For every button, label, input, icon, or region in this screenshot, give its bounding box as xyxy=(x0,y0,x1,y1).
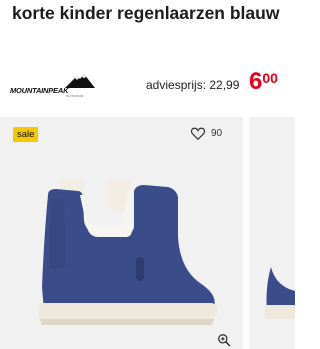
favorite-button[interactable]: 90 xyxy=(191,127,222,140)
product-image-card[interactable]: sale 90 xyxy=(0,117,243,349)
rain-boot-image-partial xyxy=(265,267,295,319)
sale-price: 600 xyxy=(249,68,278,96)
brand-name: MOUNTAINPEAK xyxy=(10,86,69,95)
product-title: korte kinder regenlaarzen blauw xyxy=(12,3,280,23)
price-decimals: 00 xyxy=(262,70,278,86)
mountain-icon xyxy=(65,74,95,88)
brand-logo: MOUNTAINPEAK OUTDOOR xyxy=(10,73,100,99)
rain-boot-image xyxy=(38,179,218,325)
price-integer: 6 xyxy=(249,68,263,95)
favorite-count: 90 xyxy=(211,128,223,139)
sale-badge: sale xyxy=(13,127,39,142)
advice-price: adviesprijs: 22,99 xyxy=(146,78,240,92)
heart-outline-icon xyxy=(191,127,205,140)
next-product-image-card[interactable] xyxy=(249,117,295,349)
zoom-in-icon[interactable] xyxy=(217,333,231,347)
brand-tagline: OUTDOOR xyxy=(66,94,84,98)
